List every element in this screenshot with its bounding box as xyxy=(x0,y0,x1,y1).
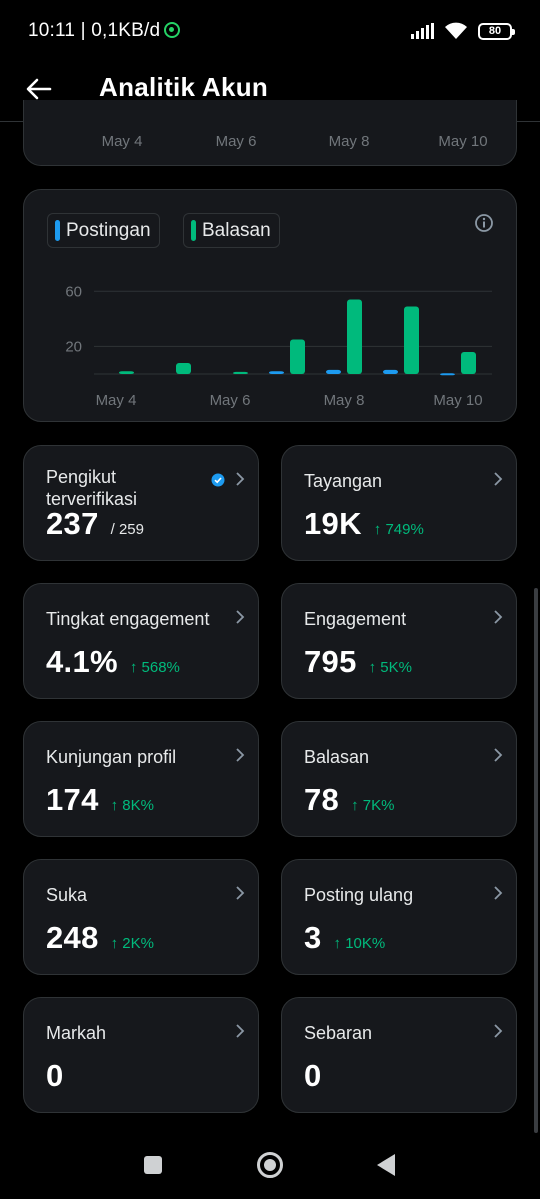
x-tick: May 4 xyxy=(101,133,143,150)
metric-change: ↑ 568% xyxy=(129,659,180,676)
metric-change: ↑ 2K% xyxy=(110,935,154,952)
metric-value-row: 237 / 259 xyxy=(46,506,144,542)
status-time-text: 10:11 | 0,1KB/d xyxy=(28,20,161,41)
metric-value: 19K xyxy=(304,506,362,541)
metric-card-reposts[interactable]: Posting ulang 3 ↑ 10K% xyxy=(281,859,517,975)
metric-card-bookmarks[interactable]: Markah 0 xyxy=(23,997,259,1113)
metric-card-verified-followers[interactable]: Pengikut terverifikasi 237 / 259 xyxy=(23,445,259,561)
metric-value: 0 xyxy=(304,1058,322,1093)
x-tick-label: May 10 xyxy=(433,392,482,409)
x-tick-label: May 4 xyxy=(96,392,137,409)
chevron-right-icon xyxy=(494,1024,503,1038)
status-time: 10:11 | 0,1KB/d xyxy=(28,20,181,42)
metric-change: ↑ 5K% xyxy=(368,659,412,676)
battery-level: 80 xyxy=(488,25,502,37)
y-tick-label: 20 xyxy=(65,338,82,355)
battery-icon: 80 xyxy=(478,22,515,40)
metric-value-row: 248 ↑ 2K% xyxy=(46,920,154,956)
metric-change: ↑ 7K% xyxy=(351,797,395,814)
metric-change: ↑ 8K% xyxy=(110,797,154,814)
metric-card-profile-visits[interactable]: Kunjungan profil 174 ↑ 8K% xyxy=(23,721,259,837)
x-tick-label: May 8 xyxy=(324,392,365,409)
metric-value: 237 xyxy=(46,506,99,541)
chevron-right-icon xyxy=(494,886,503,900)
bar-balasan-may-4[interactable] xyxy=(119,371,134,374)
metric-change: ↑ 10K% xyxy=(333,935,386,952)
metric-card-engagement-rate[interactable]: Tingkat engagement 4.1% ↑ 568% xyxy=(23,583,259,699)
metric-value-row: 3 ↑ 10K% xyxy=(304,920,385,956)
bar-postingan-may-8[interactable] xyxy=(326,369,341,374)
signal-icon xyxy=(411,23,434,39)
metric-value-row: 0 xyxy=(304,1058,322,1094)
impressions-chart-card: May 4 May 6 May 8 May 10 xyxy=(23,100,517,166)
chevron-right-icon xyxy=(236,886,245,900)
x-tick: May 10 xyxy=(438,133,488,150)
home-button[interactable] xyxy=(257,1152,283,1178)
bar-balasan-may-9[interactable] xyxy=(404,306,419,374)
chevron-right-icon xyxy=(236,1024,245,1038)
metric-value-row: 78 ↑ 7K% xyxy=(304,782,394,818)
metric-label: Kunjungan profil xyxy=(46,747,177,767)
metric-label: Sebaran xyxy=(304,1023,373,1043)
metric-card-shares[interactable]: Sebaran 0 xyxy=(281,997,517,1113)
bar-balasan-may-5[interactable] xyxy=(176,362,191,374)
chevron-right-icon xyxy=(236,748,245,762)
bar-postingan-may-10[interactable] xyxy=(440,373,455,376)
metric-value-row: 0 xyxy=(46,1058,64,1094)
metric-label: Suka xyxy=(46,885,88,905)
wifi-icon xyxy=(445,22,467,39)
metric-value: 248 xyxy=(46,920,99,955)
metric-label: Balasan xyxy=(304,747,370,767)
posts-replies-chart-card: Postingan Balasan 20 60 May 4 May 6 May 8 May… xyxy=(23,189,517,422)
x-tick-label: May 6 xyxy=(210,392,251,409)
system-back-button[interactable] xyxy=(377,1154,395,1176)
metric-value: 174 xyxy=(46,782,99,817)
page-title: Analitik Akun xyxy=(99,72,269,102)
x-tick: May 8 xyxy=(328,133,370,150)
metric-card-replies[interactable]: Balasan 78 ↑ 7K% xyxy=(281,721,517,837)
metric-value: 0 xyxy=(46,1058,64,1093)
metric-label: Pengikut terverifikasi xyxy=(46,467,138,509)
metric-value: 4.1% xyxy=(46,644,118,679)
metric-label: Markah xyxy=(46,1023,107,1043)
chevron-right-icon xyxy=(494,472,503,486)
bar-balasan-may-6[interactable] xyxy=(233,371,248,374)
metric-value: 795 xyxy=(304,644,357,679)
metric-label: Tingkat engagement xyxy=(46,609,210,629)
metric-value-row: 4.1% ↑ 568% xyxy=(46,644,180,680)
chevron-right-icon xyxy=(494,748,503,762)
metric-label: Tayangan xyxy=(304,471,383,491)
scrollbar[interactable] xyxy=(534,588,538,1133)
recents-button[interactable] xyxy=(144,1156,162,1174)
bar-chart: 20 60 May 4 May 6 May 8 May 10 xyxy=(65,283,492,409)
metric-card-impressions[interactable]: Tayangan 19K ↑ 749% xyxy=(281,445,517,561)
metric-card-likes[interactable]: Suka 248 ↑ 2K% xyxy=(23,859,259,975)
verified-badge-icon xyxy=(211,473,225,487)
metric-value-row: 19K ↑ 749% xyxy=(304,506,424,542)
chevron-right-icon xyxy=(236,610,245,624)
metric-value: 3 xyxy=(304,920,322,955)
metric-label: Engagement xyxy=(304,609,407,629)
metric-value-row: 795 ↑ 5K% xyxy=(304,644,412,680)
metric-value-row: 174 ↑ 8K% xyxy=(46,782,154,818)
x-tick: May 6 xyxy=(215,133,257,150)
metric-change: ↑ 749% xyxy=(373,521,424,538)
bar-balasan-may-10[interactable] xyxy=(461,351,476,374)
bar-postingan-may-7[interactable] xyxy=(269,371,284,374)
bar-balasan-may-7[interactable] xyxy=(290,339,305,374)
bar-postingan-may-9[interactable] xyxy=(383,369,398,374)
status-icons: 80 xyxy=(411,20,515,42)
metric-total: / 259 xyxy=(110,521,144,538)
chevron-right-icon xyxy=(494,610,503,624)
status-bar: 10:11 | 0,1KB/d 80 xyxy=(0,0,540,62)
system-nav-bar xyxy=(0,1131,540,1199)
metric-card-engagement[interactable]: Engagement 795 ↑ 5K% xyxy=(281,583,517,699)
metric-label: Posting ulang xyxy=(304,885,414,905)
whatsapp-notification-icon xyxy=(164,22,181,38)
y-tick-label: 60 xyxy=(65,283,82,300)
bar-balasan-may-8[interactable] xyxy=(347,299,362,374)
metric-value: 78 xyxy=(304,782,340,817)
chevron-right-icon xyxy=(236,472,245,486)
